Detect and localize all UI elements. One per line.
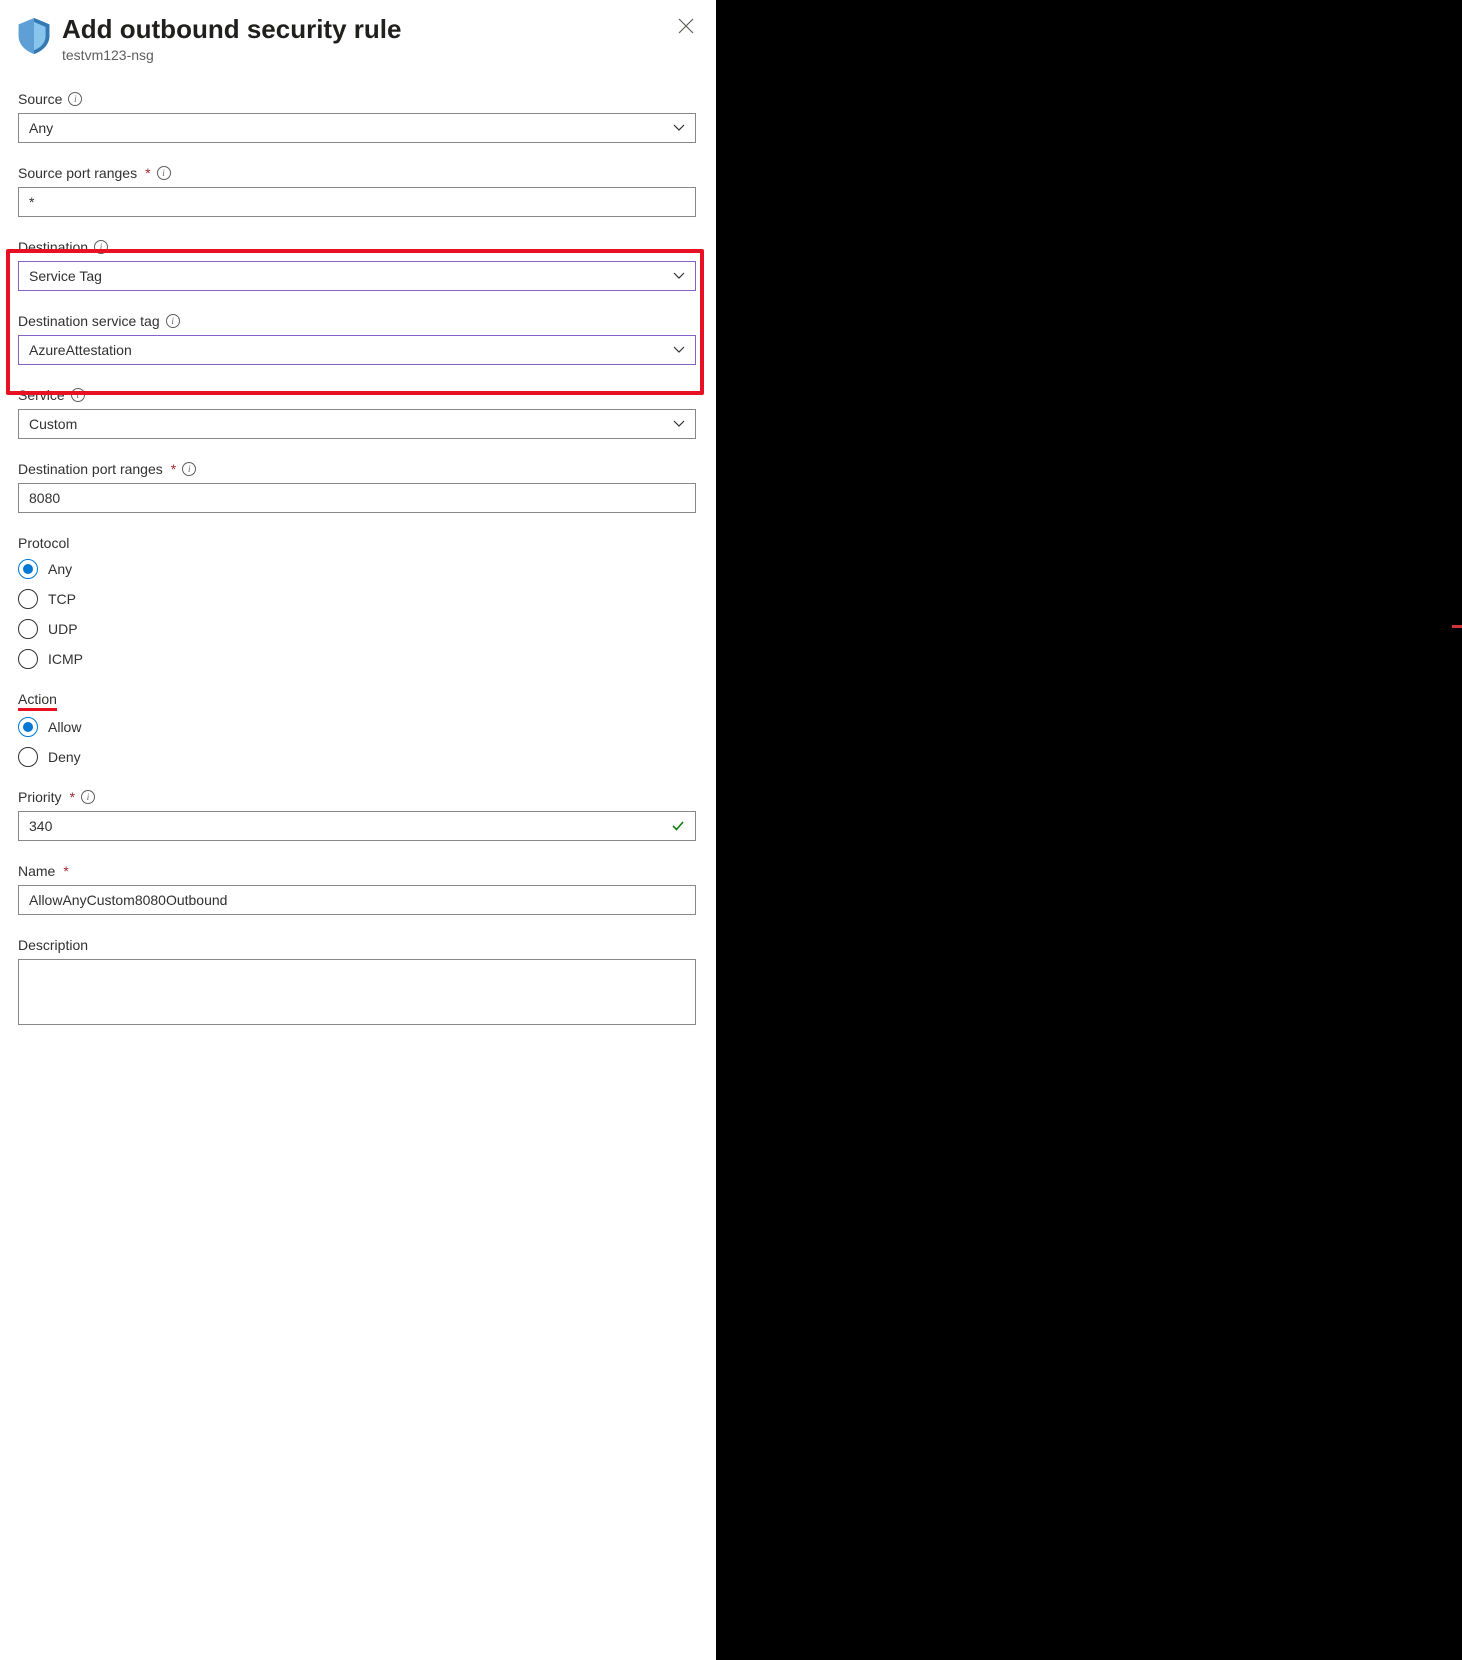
destination-service-tag-select[interactable]: AzureAttestation [18,335,696,365]
label-name: Name * [18,863,698,879]
required-indicator: * [70,789,75,805]
label-priority: Priority * i [18,789,698,805]
required-indicator: * [145,165,150,181]
annotation-mark [1452,625,1462,628]
radio-icon [18,717,38,737]
radio-label: Deny [48,749,81,765]
protocol-radio-udp[interactable]: UDP [18,619,698,639]
field-source-port-ranges: Source port ranges * i [18,165,698,217]
close-button[interactable] [674,14,698,42]
radio-icon [18,619,38,639]
destination-service-tag-value: AzureAttestation [29,342,132,358]
label-text: Description [18,937,88,953]
field-destination-service-tag: Destination service tag i AzureAttestati… [18,313,698,365]
label-text: Action [18,691,57,711]
radio-icon [18,589,38,609]
chevron-down-icon [673,420,685,428]
field-priority: Priority * i [18,789,698,841]
field-action: Action Allow Deny [18,691,698,767]
label-destination: Destination i [18,239,698,255]
shield-icon [18,18,50,54]
priority-input[interactable] [29,818,685,834]
radio-label: Allow [48,719,81,735]
label-text: Destination [18,239,88,255]
protocol-radio-group: Any TCP UDP ICMP [18,559,698,669]
info-icon[interactable]: i [94,240,108,254]
label-protocol: Protocol [18,535,698,551]
label-text: Source port ranges [18,165,137,181]
source-port-ranges-input[interactable] [29,194,685,210]
chevron-down-icon [673,346,685,354]
protocol-radio-tcp[interactable]: TCP [18,589,698,609]
radio-icon [18,559,38,579]
destination-port-ranges-input[interactable] [29,490,685,506]
action-radio-group: Allow Deny [18,717,698,767]
label-description: Description [18,937,698,953]
label-text: Destination service tag [18,313,160,329]
label-text: Destination port ranges [18,461,163,477]
info-icon[interactable]: i [166,314,180,328]
label-source-port-ranges: Source port ranges * i [18,165,698,181]
field-source: Source i Any [18,91,698,143]
label-source: Source i [18,91,698,107]
chevron-down-icon [673,272,685,280]
info-icon[interactable]: i [68,92,82,106]
protocol-radio-any[interactable]: Any [18,559,698,579]
service-select[interactable]: Custom [18,409,696,439]
action-radio-deny[interactable]: Deny [18,747,698,767]
label-text: Service [18,387,65,403]
field-destination: Destination i Service Tag [18,239,698,291]
label-service: Service i [18,387,698,403]
close-icon [678,18,694,34]
info-icon[interactable]: i [71,388,85,402]
info-icon[interactable]: i [182,462,196,476]
radio-icon [18,649,38,669]
description-textarea[interactable] [29,966,685,1018]
description-textarea-wrap [18,959,696,1025]
panel-title: Add outbound security rule [62,14,662,45]
label-text: Priority [18,789,62,805]
label-action: Action [18,691,698,711]
source-value: Any [29,120,53,136]
destination-port-ranges-input-wrap [18,483,696,513]
info-icon[interactable]: i [81,790,95,804]
title-block: Add outbound security rule testvm123-nsg [62,14,662,63]
field-protocol: Protocol Any TCP UDP ICMP [18,535,698,669]
name-input-wrap [18,885,696,915]
field-service: Service i Custom [18,387,698,439]
info-icon[interactable]: i [157,166,171,180]
field-name: Name * [18,863,698,915]
destination-value: Service Tag [29,268,102,284]
radio-label: UDP [48,621,78,637]
required-indicator: * [63,863,68,879]
label-destination-service-tag: Destination service tag i [18,313,698,329]
name-input[interactable] [29,892,685,908]
panel-subtitle: testvm123-nsg [62,47,662,63]
label-text: Protocol [18,535,69,551]
radio-label: TCP [48,591,76,607]
field-destination-port-ranges: Destination port ranges * i [18,461,698,513]
add-outbound-rule-panel: Add outbound security rule testvm123-nsg… [0,0,716,1660]
priority-input-wrap [18,811,696,841]
source-port-ranges-input-wrap [18,187,696,217]
background-region [716,0,1462,1660]
radio-label: ICMP [48,651,83,667]
radio-label: Any [48,561,72,577]
panel-header: Add outbound security rule testvm123-nsg [18,14,698,63]
required-indicator: * [171,461,176,477]
label-text: Source [18,91,62,107]
destination-select[interactable]: Service Tag [18,261,696,291]
service-value: Custom [29,416,77,432]
source-select[interactable]: Any [18,113,696,143]
label-destination-port-ranges: Destination port ranges * i [18,461,698,477]
chevron-down-icon [673,124,685,132]
field-description: Description [18,937,698,1025]
checkmark-icon [671,819,685,833]
radio-icon [18,747,38,767]
protocol-radio-icmp[interactable]: ICMP [18,649,698,669]
label-text: Name [18,863,55,879]
action-radio-allow[interactable]: Allow [18,717,698,737]
